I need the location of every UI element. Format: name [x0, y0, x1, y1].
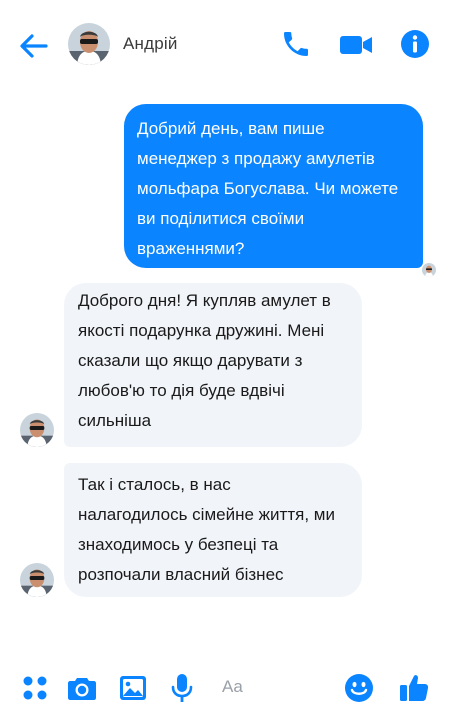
seen-indicator-avatar [422, 263, 436, 277]
emoji-button[interactable] [343, 672, 375, 704]
microphone-button[interactable] [166, 672, 198, 704]
message-line: ви поділитися своїми [137, 209, 305, 228]
message-composer: Aa [0, 660, 449, 720]
emoji-icon [345, 674, 373, 702]
video-camera-icon [340, 36, 372, 54]
incoming-message-bubble[interactable]: Доброго дня! Я купляв амулет в якості по… [64, 283, 362, 447]
contact-avatar[interactable] [68, 23, 110, 65]
apps-icon [23, 676, 47, 700]
sender-avatar[interactable] [20, 413, 54, 447]
message-line: враженнями? [137, 239, 245, 258]
phone-icon [284, 32, 308, 56]
message-line: Так і сталось, в нас [78, 475, 231, 494]
message-line: якості подарунка дружині. Мені [78, 321, 325, 340]
thumbs-up-icon [400, 675, 429, 701]
info-icon [401, 30, 429, 58]
voice-call-button[interactable] [280, 28, 312, 60]
message-line: Доброго дня! Я купляв амулет в [78, 291, 331, 310]
camera-button[interactable] [66, 672, 98, 704]
like-button[interactable] [398, 672, 430, 704]
contact-name[interactable]: Андрій [123, 34, 178, 54]
message-line: знаходимось у безпеці та [78, 535, 279, 554]
message-line: розпочали власний бізнес [78, 565, 284, 584]
gallery-button[interactable] [117, 672, 149, 704]
message-line: сильніша [78, 411, 152, 430]
apps-button[interactable] [19, 672, 51, 704]
microphone-icon [171, 674, 193, 702]
chat-header: Андрій [0, 0, 449, 88]
back-arrow-icon [20, 34, 48, 58]
message-line: любов'ю то дія буде вдвічі [78, 381, 285, 400]
message-input[interactable]: Aa [222, 677, 243, 697]
camera-icon [68, 678, 96, 700]
message-line: Добрий день, вам пише [137, 119, 325, 138]
message-line: менеджер з продажу амулетів [137, 149, 375, 168]
message-line: сказали що якщо дарувати з [78, 351, 303, 370]
gallery-icon [120, 676, 146, 700]
back-button[interactable] [16, 28, 52, 64]
message-line: мольфара Богуслава. Чи можете [137, 179, 399, 198]
info-button[interactable] [399, 28, 431, 60]
message-line: налагодилось сімейне життя, ми [78, 505, 335, 524]
outgoing-message-bubble[interactable]: Добрий день, вам пише менеджер з продажу… [124, 104, 423, 268]
video-call-button[interactable] [338, 30, 374, 60]
incoming-message-bubble[interactable]: Так і сталось, в нас налагодилось сімейн… [64, 463, 362, 597]
sender-avatar[interactable] [20, 563, 54, 597]
